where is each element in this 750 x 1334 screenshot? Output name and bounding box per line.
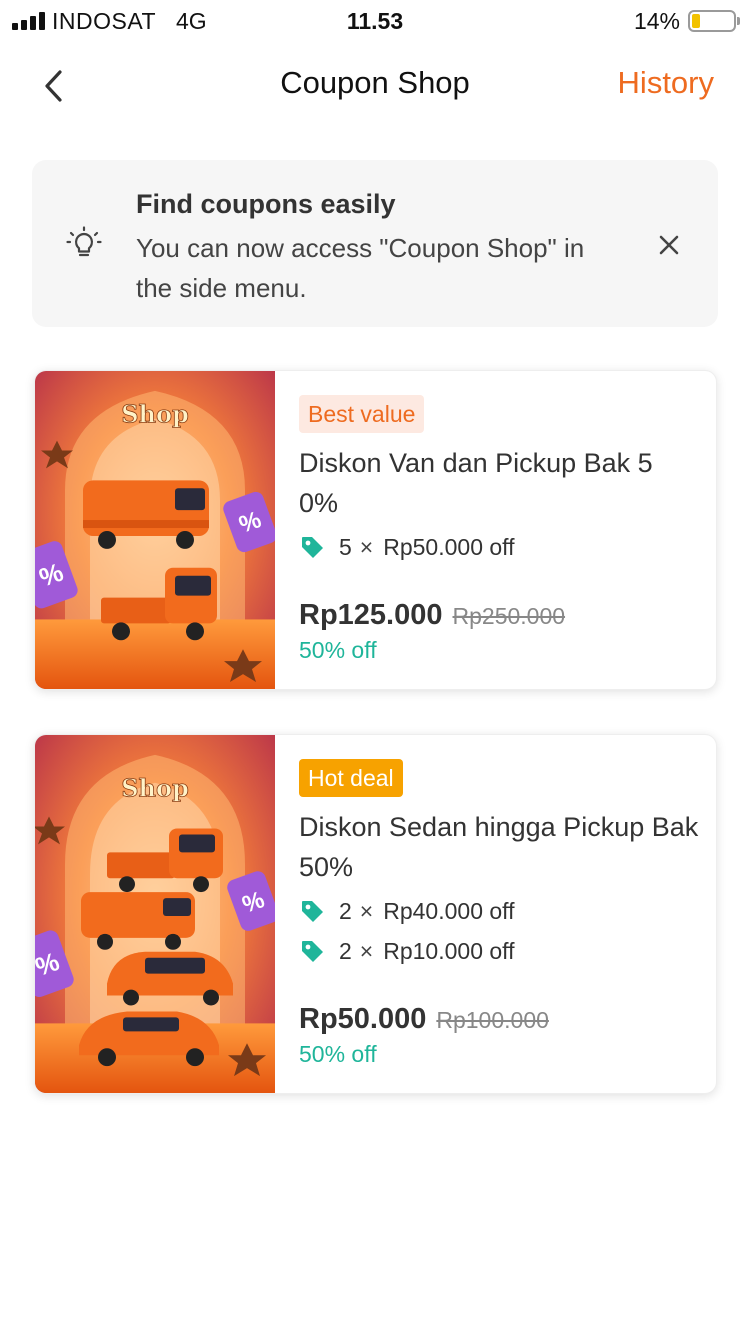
price-row: Rp125.000 Rp250.000 — [299, 599, 565, 632]
coupon-item: 2 × Rp10.000 off — [299, 935, 515, 967]
coupon-item-value: Rp50.000 off — [383, 533, 515, 560]
coupon-item-times: × — [359, 897, 374, 924]
coupon-item: 5 × Rp50.000 off — [299, 531, 515, 563]
coupon-image: Shop % % — [35, 371, 275, 689]
status-bar: INDOSAT 4G 11.53 14% — [0, 0, 750, 42]
coupon-item-value: Rp10.000 off — [383, 937, 515, 964]
best-value-badge: Best value — [299, 395, 425, 433]
coupon-image: Shop % % — [35, 735, 275, 1093]
coupon-original-price: Rp250.000 — [452, 603, 566, 629]
coupon-item-count: 5 — [339, 533, 352, 560]
tag-icon — [302, 537, 323, 558]
battery-icon — [688, 10, 740, 32]
coupon-item-count: 2 — [339, 937, 352, 964]
tag-icon — [302, 901, 323, 922]
coupon-item: 2 × Rp40.000 off — [299, 895, 515, 927]
coupon-discount: 50% off — [299, 637, 377, 663]
shop-label: Shop — [121, 401, 189, 429]
coupon-item-times: × — [359, 533, 374, 560]
coupon-card[interactable]: Shop % % Best value Diskon Van dan Picku… — [34, 370, 717, 690]
price-row: Rp50.000 Rp100.000 — [299, 1003, 549, 1036]
battery-percent: 14% — [633, 8, 680, 34]
shop-label: Shop — [121, 775, 189, 803]
tip-text: You can now access "Coupon Shop" in the … — [136, 233, 585, 303]
back-button[interactable] — [30, 62, 78, 110]
lightbulb-icon — [66, 226, 102, 257]
coupon-title: Diskon Sedan hingga Pickup Bak 50% — [299, 812, 699, 882]
nav-bar: Coupon Shop History — [0, 50, 750, 120]
coupon-original-price: Rp100.000 — [436, 1007, 549, 1033]
coupon-details: Best value Diskon Van dan Pickup Bak 5 0… — [299, 371, 700, 689]
close-icon[interactable] — [654, 230, 684, 260]
coupon-item-value: Rp40.000 off — [383, 897, 515, 924]
coupon-price: Rp125.000 — [299, 599, 443, 631]
coupon-item-count: 2 — [339, 897, 352, 924]
coupon-discount: 50% off — [299, 1041, 377, 1067]
tip-title: Find coupons easily — [136, 189, 396, 219]
coupon-title: Diskon Van dan Pickup Bak 5 0% — [299, 448, 653, 518]
history-link[interactable]: History — [618, 65, 714, 101]
tip-banner: Find coupons easily You can now access "… — [32, 160, 718, 327]
coupon-card[interactable]: Shop % % Hot deal Diskon Sedan hingga Pi… — [34, 734, 717, 1094]
coupon-details: Hot deal Diskon Sedan hingga Pickup Bak … — [299, 735, 700, 1093]
coupon-item-times: × — [359, 937, 374, 964]
hot-deal-badge: Hot deal — [299, 759, 403, 797]
chevron-left-icon — [45, 70, 62, 102]
tag-icon — [302, 941, 323, 962]
coupon-price: Rp50.000 — [299, 1003, 427, 1035]
